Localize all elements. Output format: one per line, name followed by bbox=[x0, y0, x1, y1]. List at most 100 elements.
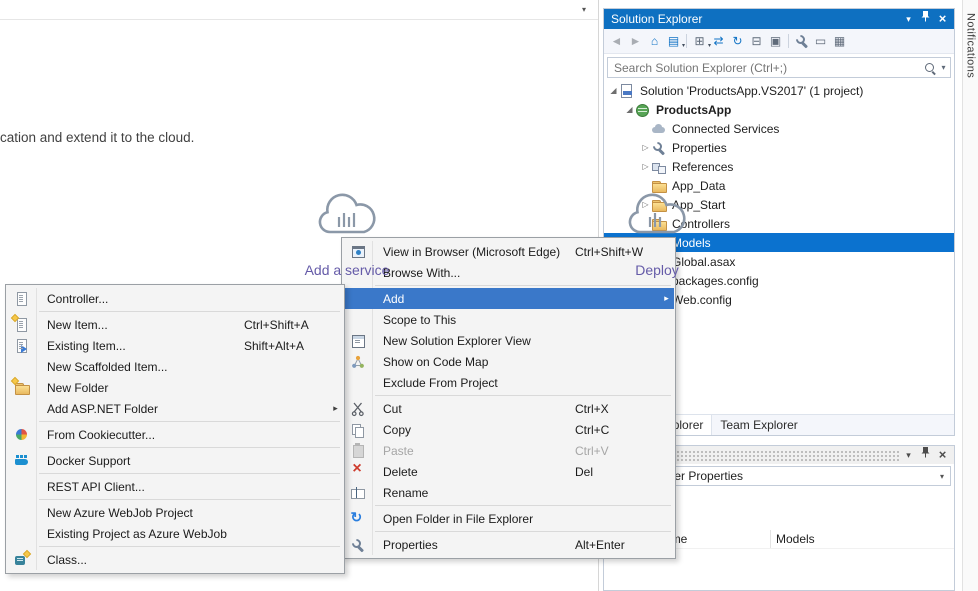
expander-collapsed-icon[interactable]: ▷ bbox=[640, 162, 651, 171]
menu-item-label: Browse With... bbox=[372, 266, 575, 280]
menu-item-rename[interactable]: Rename bbox=[343, 482, 674, 503]
import-arrow-icon bbox=[21, 345, 31, 353]
navigate-forward-glyph: ► bbox=[630, 35, 642, 47]
class-icon bbox=[14, 552, 30, 568]
se-toolbar: ◄ ►⌂▤▾ ⊞▾⇄↻ ⊟ ▣ ▭ ▦ bbox=[604, 29, 954, 54]
expander-collapsed-icon[interactable]: ▷ bbox=[640, 143, 651, 152]
pin-icon[interactable] bbox=[917, 446, 934, 464]
expander-expanded-icon[interactable]: ◢ bbox=[608, 86, 619, 95]
menu-item-rest-api-client[interactable]: REST API Client... bbox=[7, 476, 343, 497]
window-position-caret-icon[interactable]: ▾ bbox=[900, 446, 917, 464]
menu-item-existing-project-as-azure-webjob[interactable]: Existing Project as Azure WebJob bbox=[7, 523, 343, 544]
menu-item-copy[interactable]: CopyCtrl+C bbox=[343, 419, 674, 440]
wrench-icon bbox=[651, 140, 667, 156]
property-value[interactable]: Models bbox=[771, 532, 815, 546]
close-icon[interactable]: × bbox=[934, 446, 951, 464]
expander-expanded-icon[interactable]: ◢ bbox=[624, 105, 635, 114]
menu-item-paste[interactable]: PasteCtrl+V bbox=[343, 440, 674, 461]
menu-item-exclude-from-project[interactable]: Exclude From Project bbox=[343, 372, 674, 393]
titlebar-grip bbox=[672, 449, 900, 461]
pin-icon[interactable] bbox=[917, 10, 934, 28]
existing-item-icon bbox=[14, 338, 30, 354]
switch-views-icon[interactable]: ▤▾ bbox=[664, 32, 683, 51]
menu-item-new-item[interactable]: New Item...Ctrl+Shift+A bbox=[7, 314, 343, 335]
menu-item-add-asp-net-folder[interactable]: Add ASP.NET Folder▸ bbox=[7, 398, 343, 419]
menu-item-label: Add bbox=[372, 292, 575, 306]
menu-item-add[interactable]: Add ▸ bbox=[343, 288, 674, 309]
pending-changes-filter-icon[interactable]: ⊞▾ bbox=[690, 32, 709, 51]
menu-item-cut[interactable]: CutCtrl+X bbox=[343, 398, 674, 419]
collapse-all-icon[interactable]: ⊟ bbox=[747, 32, 766, 51]
search-icon[interactable] bbox=[923, 61, 937, 75]
menu-item-icon-gutter bbox=[343, 485, 372, 501]
menu-item-new-folder[interactable]: New Folder bbox=[7, 377, 343, 398]
submenu-arrow-icon: ▸ bbox=[659, 293, 674, 304]
menu-item-docker-support[interactable]: Docker Support bbox=[7, 450, 343, 471]
menu-separator bbox=[39, 311, 340, 312]
document-well-dropdown-caret-icon[interactable]: ▾ bbox=[582, 5, 586, 14]
controller-icon bbox=[14, 291, 30, 307]
menu-item-icon-gutter bbox=[343, 537, 372, 553]
notifications-tab[interactable]: Notifications bbox=[962, 0, 978, 591]
sync-with-active-document-icon[interactable]: ⇄ bbox=[709, 32, 728, 51]
menu-item-icon-gutter bbox=[7, 291, 36, 307]
menu-item-open-folder-in-file-explorer[interactable]: Open Folder in File Explorer bbox=[343, 508, 674, 529]
collapse-all-glyph: ⊟ bbox=[751, 35, 761, 47]
startpage-tile-add-a-service[interactable]: Add a service bbox=[292, 188, 402, 278]
code-map-icon bbox=[350, 354, 366, 370]
menu-separator bbox=[39, 546, 340, 547]
menu-item-label: Copy bbox=[372, 423, 575, 437]
preview-selected-items-icon[interactable]: ▭ bbox=[811, 32, 830, 51]
menu-item-controller[interactable]: Controller... bbox=[7, 288, 343, 309]
tree-item-label: ProductsApp bbox=[656, 103, 731, 117]
menu-item-icon-gutter bbox=[7, 552, 36, 568]
switch-views-glyph: ▤ bbox=[668, 35, 679, 47]
wrench-icon bbox=[794, 33, 810, 49]
show-all-files-icon[interactable]: ▣ bbox=[766, 32, 785, 51]
properties-icon[interactable] bbox=[792, 32, 811, 51]
tree-item-productsapp[interactable]: ◢ ProductsApp bbox=[604, 100, 954, 119]
menu-item-new-azure-webjob-project[interactable]: New Azure WebJob Project bbox=[7, 502, 343, 523]
menu-item-icon-gutter bbox=[343, 511, 372, 527]
menu-item-properties[interactable]: PropertiesAlt+Enter bbox=[343, 534, 674, 555]
cloud-deploy-icon bbox=[625, 188, 689, 240]
startpage-tagline: cation and extend it to the cloud. bbox=[0, 130, 194, 145]
home-icon[interactable]: ⌂ bbox=[645, 32, 664, 51]
tree-item-references[interactable]: ▷References bbox=[604, 157, 954, 176]
menu-item-label: New Azure WebJob Project bbox=[36, 506, 244, 520]
menu-item-shortcut: Del bbox=[575, 465, 659, 479]
menu-item-delete[interactable]: DeleteDel bbox=[343, 461, 674, 482]
navigate-back-icon[interactable]: ◄ bbox=[607, 32, 626, 51]
preview-selected-items-glyph: ▭ bbox=[815, 35, 826, 47]
menu-item-label: Docker Support bbox=[36, 454, 244, 468]
window-position-caret-icon[interactable]: ▾ bbox=[900, 10, 917, 28]
tree-item-properties[interactable]: ▷Properties bbox=[604, 138, 954, 157]
search-options-caret-icon[interactable]: ▾ bbox=[937, 63, 950, 72]
tree-item-connected-services[interactable]: Connected Services bbox=[604, 119, 954, 138]
tile-label-add-a-service[interactable]: Add a service bbox=[292, 262, 402, 278]
menu-item-label: Rename bbox=[372, 486, 575, 500]
menu-item-label: New Solution Explorer View bbox=[372, 334, 575, 348]
cut-icon bbox=[350, 401, 366, 417]
menu-item-show-on-code-map[interactable]: Show on Code Map bbox=[343, 351, 674, 372]
navigate-forward-icon[interactable]: ► bbox=[626, 32, 645, 51]
open-folder-icon bbox=[350, 511, 366, 527]
code-map-icon[interactable]: ▦ bbox=[830, 32, 849, 51]
menu-item-new-scaffolded-item[interactable]: New Scaffolded Item... bbox=[7, 356, 343, 377]
close-icon[interactable]: × bbox=[934, 10, 951, 28]
search-input[interactable] bbox=[608, 61, 923, 75]
tree-item-solution-productsapp-vs2017-1-project[interactable]: ◢Solution 'ProductsApp.VS2017' (1 projec… bbox=[604, 81, 954, 100]
menu-item-existing-item[interactable]: Existing Item...Shift+Alt+A bbox=[7, 335, 343, 356]
menu-item-new-solution-explorer-view[interactable]: New Solution Explorer View bbox=[343, 330, 674, 351]
tile-label-deploy[interactable]: Deploy bbox=[612, 262, 702, 278]
menu-item-class[interactable]: Class... bbox=[7, 549, 343, 570]
menu-item-icon-gutter bbox=[7, 317, 36, 333]
show-all-files-glyph: ▣ bbox=[770, 35, 781, 47]
startpage-tile-deploy[interactable]: Deploy bbox=[612, 188, 702, 278]
menu-item-scope-to-this[interactable]: Scope to This bbox=[343, 309, 674, 330]
tab-team-explorer[interactable]: Team Explorer bbox=[712, 415, 805, 435]
docker-icon bbox=[14, 453, 30, 469]
combo-caret-icon[interactable]: ▾ bbox=[934, 472, 950, 481]
menu-item-from-cookiecutter[interactable]: From Cookiecutter... bbox=[7, 424, 343, 445]
refresh-icon[interactable]: ↻ bbox=[728, 32, 747, 51]
